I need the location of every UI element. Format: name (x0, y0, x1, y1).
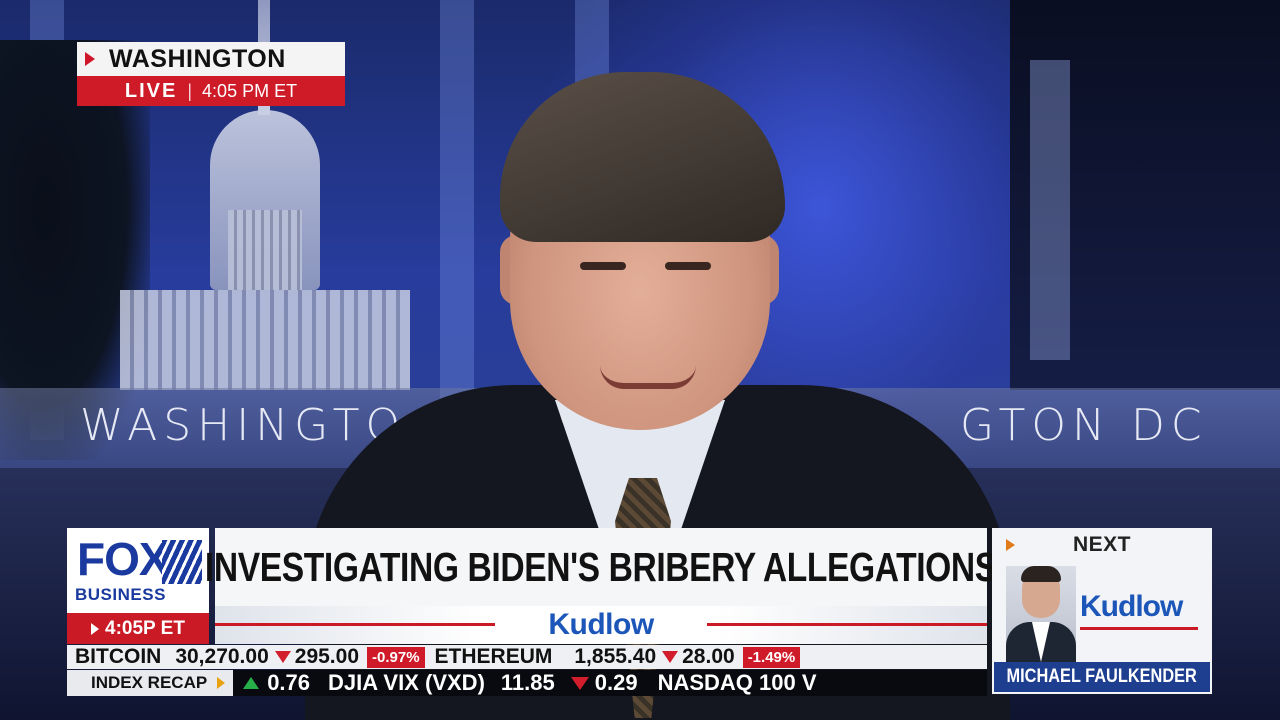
network-logo: FOX BUSINESS 4:05P ET (67, 528, 209, 644)
show-name: Kudlow (548, 608, 654, 641)
index-recap-label: INDEX RECAP (67, 670, 234, 696)
index-change: 0.76 (267, 670, 311, 695)
ticker-price: 30,270.00 (175, 645, 269, 668)
next-up-label: NEXT (1073, 533, 1132, 556)
next-show-name: Kudlow (1080, 590, 1183, 623)
index-recap-text: INDEX RECAP (91, 673, 208, 692)
show-stripe (215, 623, 495, 626)
up-arrow-icon (243, 677, 260, 689)
next-show-underline (1080, 627, 1198, 630)
next-guest-photo (1006, 566, 1076, 662)
index-value: 11.85 (500, 670, 555, 695)
next-guest-name: MICHAEL FAULKENDER (1006, 666, 1198, 687)
lower-third: FOX BUSINESS 4:05P ET INVESTIGATING BIDE… (67, 528, 997, 644)
network-clock-time: 4:05P ET (105, 617, 185, 639)
next-up-panel: NEXT Kudlow MICHAEL FAULKENDER (992, 528, 1212, 694)
live-time: 4:05 PM ET (202, 80, 298, 101)
live-separator: | (187, 80, 193, 101)
next-up-header: NEXT (992, 528, 1212, 562)
ticker-price: 1,855.40 (574, 645, 657, 668)
index-change: 0.29 (594, 670, 638, 695)
show-stripe (707, 623, 987, 626)
crypto-ticker: BITCOIN 30,270.00 295.00 -0.97% ETHEREUM… (67, 645, 987, 669)
next-guest-name-bar: MICHAEL FAULKENDER (994, 662, 1210, 692)
wall-signage-left: WASHINGTO (80, 400, 407, 451)
show-bar: Kudlow (215, 606, 987, 644)
live-label: LIVE (124, 79, 178, 102)
ticker-symbol: BITCOIN (75, 645, 162, 668)
play-arrow-icon (217, 677, 226, 689)
guest-eye (665, 262, 711, 270)
light-panel (440, 0, 474, 440)
down-arrow-icon (662, 651, 679, 663)
ticker-symbol: ETHEREUM (434, 645, 553, 668)
location-label: WASHINGTON (109, 44, 286, 73)
play-arrow-icon (1006, 539, 1015, 551)
light-strip (1030, 60, 1070, 360)
logo-slashes-icon (162, 540, 202, 584)
ticker-percent: -1.49% (742, 646, 801, 668)
down-arrow-icon (274, 651, 291, 663)
capitol-wing (120, 290, 410, 390)
photo-hair (1021, 566, 1061, 582)
live-bar: LIVE | 4:05 PM ET (77, 76, 345, 106)
headline-bar: INVESTIGATING BIDEN'S BRIBERY ALLEGATION… (205, 528, 997, 606)
guest-eye (580, 262, 626, 270)
wall-signage-right: GTON DC (960, 400, 1208, 451)
index-symbol: DJIA VIX (VXD) (328, 670, 485, 695)
ticker-change: 28.00 (682, 645, 735, 668)
index-symbol: NASDAQ 100 V (657, 670, 817, 695)
index-ticker: INDEX RECAP 0.76 DJIA VIX (VXD) 11.85 0.… (67, 670, 987, 696)
headline-text: INVESTIGATING BIDEN'S BRIBERY ALLEGATION… (205, 543, 997, 590)
down-arrow-icon (570, 676, 589, 690)
logo-sub-text: BUSINESS (75, 585, 166, 604)
capitol-drum (228, 210, 302, 290)
network-clock: 4:05P ET (67, 613, 209, 644)
ticker-percent: -0.97% (367, 646, 425, 668)
location-bug: WASHINGTON LIVE | 4:05 PM ET (77, 42, 345, 106)
guest-smile (600, 365, 696, 389)
play-arrow-icon (91, 622, 100, 635)
ticker-change: 295.00 (294, 645, 359, 668)
location-bug-top: WASHINGTON (77, 42, 345, 76)
logo-main-text: FOX (77, 533, 170, 585)
play-arrow-icon (85, 52, 95, 66)
